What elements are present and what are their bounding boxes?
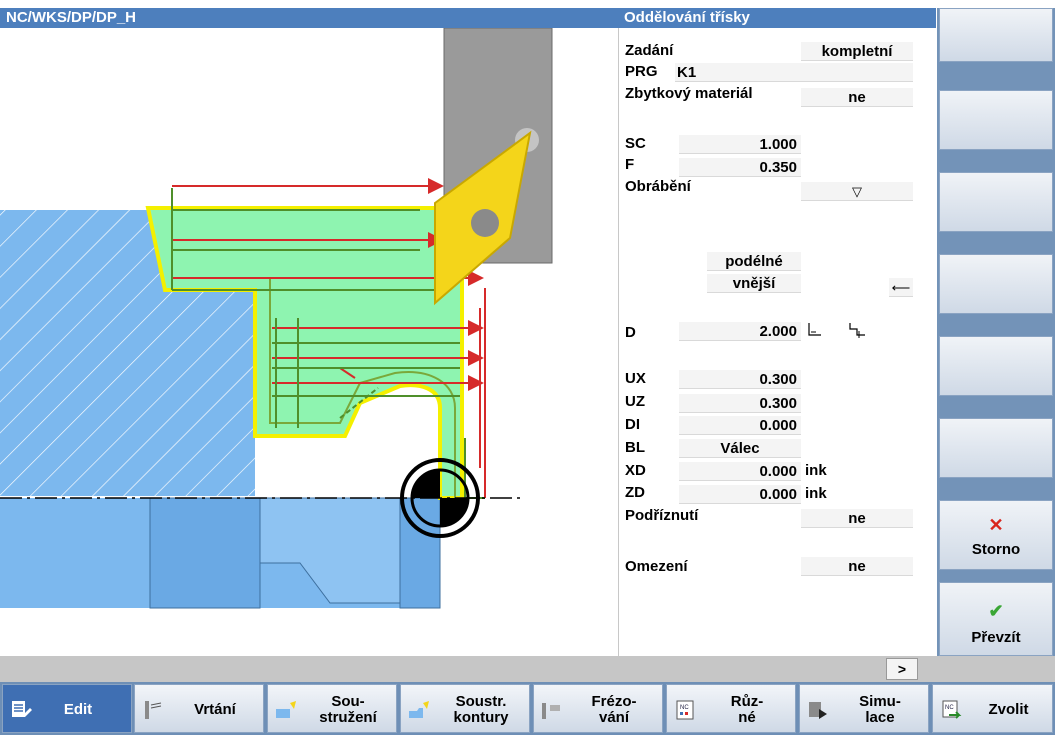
softkey-simulace-label: Simu- lace (859, 692, 901, 726)
softkey-zvolit-label: Zvolit (988, 700, 1029, 718)
di-label: DI (625, 416, 640, 433)
cancel-icon: ✕ (988, 515, 1004, 535)
zbytkovy-select[interactable]: ne (801, 88, 913, 107)
f-label: F (625, 156, 635, 173)
storno-button[interactable]: ✕ Storno (939, 500, 1053, 570)
omezeni-select[interactable]: ne (801, 557, 913, 576)
xd-unit[interactable]: ink (805, 462, 827, 479)
vertical-softkey-1[interactable] (939, 8, 1053, 62)
obrabeni-select[interactable]: ▽ (801, 182, 913, 201)
di-input[interactable]: 0.000 (679, 416, 801, 435)
bl-select[interactable]: Válec (679, 439, 801, 458)
podriznuti-select[interactable]: ne (801, 509, 913, 528)
vertical-softkey-5[interactable] (939, 336, 1053, 396)
various-icon: NC (676, 700, 694, 720)
zadani-label: Zadání (625, 42, 674, 59)
workpiece-zero-icon (400, 458, 480, 538)
top-strip (0, 0, 1055, 8)
direction-arrow-icon[interactable]: ⟵ (889, 278, 913, 297)
xd-input[interactable]: 0.000 (679, 462, 801, 481)
podriznuti-label: Podříznutí (625, 507, 699, 524)
uz-input[interactable]: 0.300 (679, 394, 801, 413)
vertical-softkey-3[interactable] (939, 172, 1053, 232)
softkey-soustruzeni[interactable]: Sou- stružení (267, 684, 397, 733)
softkey-frezovani-label: Frézo- vání (591, 692, 637, 726)
d-contour-icon[interactable] (805, 321, 825, 344)
d-input[interactable]: 2.000 (679, 322, 801, 341)
milling-icon (542, 703, 560, 719)
turning-icon (276, 701, 296, 718)
zd-unit[interactable]: ink (805, 485, 827, 502)
direction-select[interactable]: podélné (707, 252, 801, 271)
horizontal-softkey-bar: Edit Vrtání Sou- stružení Soustr. kontur… (0, 682, 1055, 735)
vertical-softkey-bar: ✕ Storno ✔ Převzít (937, 8, 1055, 656)
accept-icon: ✔ (988, 601, 1004, 621)
softkey-zvolit[interactable]: NC Zvolit (932, 684, 1053, 733)
select-icon: NC (942, 700, 962, 719)
drill-icon (145, 701, 162, 719)
svg-text:NC: NC (680, 705, 689, 711)
contour-turning-icon (409, 701, 429, 718)
simulation-icon (809, 702, 827, 719)
graphic-canvas (0, 28, 553, 609)
svg-text:NC: NC (945, 705, 954, 711)
uz-label: UZ (625, 393, 645, 410)
zbytkovy-label: Zbytkový materiál (625, 85, 753, 102)
prevzit-button[interactable]: ✔ Převzít (939, 582, 1053, 656)
vertical-softkey-4[interactable] (939, 254, 1053, 314)
softkey-vrtani[interactable]: Vrtání (134, 684, 264, 733)
f-input[interactable]: 0.350 (679, 158, 801, 177)
next-page-button[interactable]: > (886, 658, 918, 680)
zd-input[interactable]: 0.000 (679, 485, 801, 504)
softkey-edit-label: Edit (63, 700, 93, 718)
bl-label: BL (625, 439, 645, 456)
sc-label: SC (625, 135, 646, 152)
softkey-vrtani-label: Vrtání (194, 700, 236, 718)
d-paraxial-icon[interactable] (847, 321, 869, 344)
softkey-simulace[interactable]: Simu- lace (799, 684, 929, 733)
softkey-soustruzeni-label: Sou- stružení (319, 692, 377, 726)
parameter-form: Zadání kompletní PRG K1 Zbytkový materiá… (618, 28, 936, 656)
program-path-title: NC/WKS/DP/DP_H (0, 8, 618, 28)
omezeni-label: Omezení (625, 558, 688, 575)
zadani-select[interactable]: kompletní (801, 42, 913, 61)
sc-input[interactable]: 1.000 (679, 135, 801, 154)
storno-label: Storno (971, 541, 1021, 558)
softkey-soustr-kontury-label: Soustr. kontury (453, 692, 509, 726)
vertical-softkey-6[interactable] (939, 418, 1053, 478)
softkey-frezovani[interactable]: Frézo- vání (533, 684, 663, 733)
softkey-edit[interactable]: Edit (2, 684, 132, 733)
d-label: D (625, 324, 636, 341)
status-bar (0, 656, 937, 682)
softkey-ruzne-label: Růz- né (730, 692, 764, 726)
edit-icon (12, 701, 32, 717)
position-select[interactable]: vnější (707, 274, 801, 293)
softkey-soustr-kontury[interactable]: Soustr. kontury (400, 684, 530, 733)
zd-label: ZD (625, 484, 645, 501)
ux-input[interactable]: 0.300 (679, 370, 801, 389)
obrabeni-label: Obrábění (625, 178, 691, 195)
vertical-softkey-2[interactable] (939, 90, 1053, 150)
status-bar-right (937, 656, 1055, 682)
cycle-help-graphic (0, 28, 618, 656)
ux-label: UX (625, 370, 646, 387)
prg-input[interactable]: K1 (675, 63, 913, 82)
prg-label: PRG (625, 63, 658, 80)
prevzit-label: Převzít (971, 629, 1021, 646)
cycle-title: Oddělování třísky (618, 8, 936, 28)
xd-label: XD (625, 462, 646, 479)
softkey-ruzne[interactable]: NC Růz- né (666, 684, 796, 733)
